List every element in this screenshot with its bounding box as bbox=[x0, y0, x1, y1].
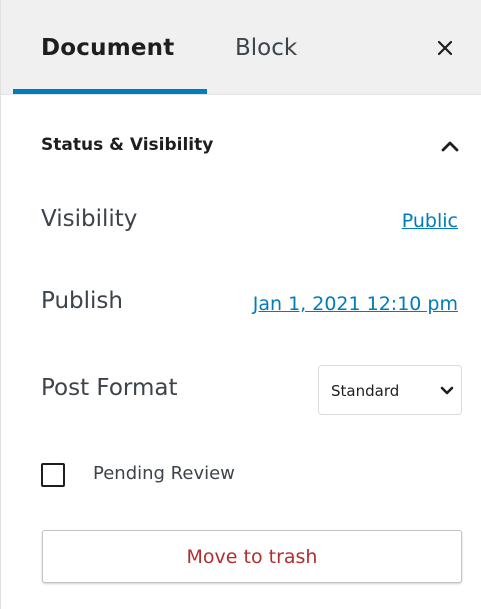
sidebar-tab-bar: Document Block bbox=[1, 0, 481, 95]
pending-review-label[interactable]: Pending Review bbox=[93, 463, 235, 484]
publish-label: Publish bbox=[41, 288, 123, 314]
pending-review-checkbox[interactable] bbox=[41, 463, 65, 487]
chevron-down-icon bbox=[440, 386, 454, 395]
visibility-link[interactable]: Public bbox=[402, 210, 458, 232]
move-to-trash-button[interactable]: Move to trash bbox=[42, 530, 462, 583]
post-format-select[interactable]: Standard bbox=[318, 365, 462, 415]
active-tab-indicator bbox=[13, 89, 207, 94]
status-visibility-panel-toggle[interactable]: Status & Visibility bbox=[1, 118, 481, 176]
chevron-up-icon bbox=[441, 141, 459, 152]
tab-document[interactable]: Document bbox=[41, 0, 174, 95]
post-format-selected-value: Standard bbox=[331, 382, 400, 400]
visibility-label: Visibility bbox=[41, 206, 138, 232]
settings-sidebar: Document Block Status & Visibility Visib… bbox=[0, 0, 481, 609]
close-sidebar-button[interactable] bbox=[429, 32, 461, 64]
post-format-label: Post Format bbox=[41, 375, 178, 401]
section-title: Status & Visibility bbox=[41, 135, 214, 155]
close-icon bbox=[437, 40, 453, 56]
tab-block[interactable]: Block bbox=[235, 0, 297, 95]
publish-date-link[interactable]: Jan 1, 2021 12:10 pm bbox=[253, 293, 458, 315]
